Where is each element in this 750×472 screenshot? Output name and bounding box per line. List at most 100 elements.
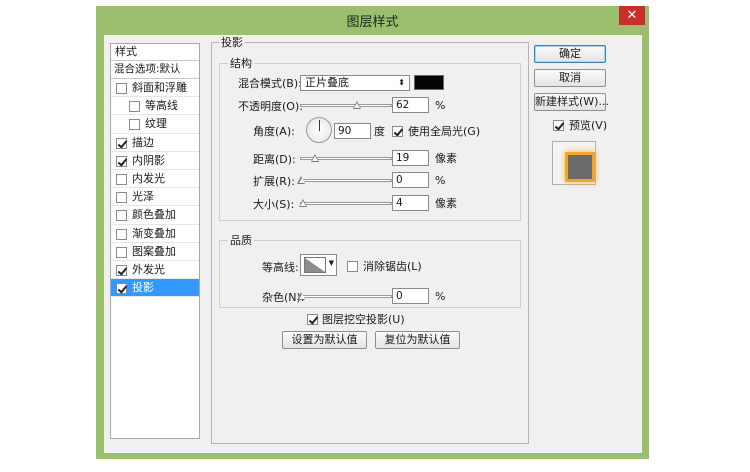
spread-input[interactable]: 0	[392, 172, 429, 188]
style-item-label: 内发光	[132, 171, 165, 185]
knockout-label: 图层挖空投影(U)	[322, 313, 405, 326]
cancel-button[interactable]: 取消	[534, 69, 606, 87]
style-item-checkbox[interactable]	[116, 155, 127, 167]
opacity-label: 不透明度(O):	[238, 100, 303, 113]
style-item-checkbox[interactable]	[116, 228, 127, 240]
style-item-label: 投影	[132, 281, 154, 295]
style-item[interactable]: 外发光	[111, 261, 199, 280]
style-item[interactable]: 光泽	[111, 188, 199, 207]
style-item-checkbox[interactable]	[116, 83, 127, 94]
angle-needle	[319, 120, 320, 131]
spread-slider-thumb[interactable]	[297, 176, 306, 185]
layer-style-dialog: 图层样式 ✕ 样式 混合选项:默认 斜面和浮雕等高线纹理 描边内阴影内发光光泽颜色…	[96, 6, 649, 459]
knockout-checkbox[interactable]	[307, 314, 318, 325]
dialog-title: 图层样式	[346, 15, 399, 30]
size-slider[interactable]	[298, 199, 392, 208]
size-label: 大小(S):	[253, 198, 295, 211]
style-item-checkbox[interactable]	[116, 173, 127, 185]
title-bar[interactable]: 图层样式 ✕	[96, 6, 649, 33]
style-item[interactable]: 斜面和浮雕	[111, 79, 199, 98]
styles-header[interactable]: 样式	[111, 44, 199, 61]
blend-mode-value: 正片叠底	[305, 76, 349, 89]
angle-dial[interactable]	[306, 117, 332, 143]
shadow-color-swatch[interactable]	[414, 75, 444, 90]
style-item-checkbox[interactable]	[116, 210, 127, 222]
global-light-checkbox[interactable]	[392, 126, 403, 137]
style-item[interactable]: 纹理	[111, 115, 199, 134]
structure-group: 结构 混合模式(B): 正片叠底 ⬍ 不透明度(O): 62 % 角度(A): …	[219, 57, 521, 221]
style-item[interactable]: 投影	[111, 279, 199, 298]
style-item-checkbox[interactable]	[129, 119, 140, 131]
noise-slider[interactable]	[297, 292, 392, 301]
preview-checkbox[interactable]	[553, 120, 564, 131]
style-item-label: 内阴影	[132, 153, 165, 167]
styles-list: 样式 混合选项:默认 斜面和浮雕等高线纹理 描边内阴影内发光光泽颜色叠加渐变叠加图…	[110, 43, 200, 439]
noise-slider-thumb[interactable]	[297, 292, 306, 301]
blend-options-item[interactable]: 混合选项:默认	[111, 61, 199, 79]
style-item[interactable]: 描边	[111, 134, 199, 152]
angle-label: 角度(A):	[253, 125, 295, 138]
opacity-slider-thumb[interactable]	[352, 101, 362, 110]
size-unit: 像素	[435, 197, 457, 210]
contour-label: 等高线:	[262, 261, 299, 274]
opacity-unit: %	[435, 99, 446, 112]
style-item[interactable]: 等高线	[111, 97, 199, 116]
style-item[interactable]: 图案叠加	[111, 243, 199, 261]
style-item-label: 斜面和浮雕	[132, 81, 187, 94]
distance-label: 距离(D):	[253, 153, 296, 166]
blend-mode-select[interactable]: 正片叠底 ⬍	[300, 75, 410, 91]
style-item[interactable]: 内阴影	[111, 152, 199, 170]
noise-unit: %	[435, 290, 446, 303]
style-item[interactable]: 颜色叠加	[111, 206, 199, 225]
style-item-label: 等高线	[145, 99, 178, 113]
distance-unit: 像素	[435, 152, 457, 165]
contour-picker[interactable]: ▼	[300, 254, 337, 276]
ok-button[interactable]: 确定	[534, 45, 606, 63]
chevron-down-icon: ▼	[328, 259, 334, 267]
style-item-label: 描边	[132, 135, 154, 149]
drop-shadow-panel: 投影 结构 混合模式(B): 正片叠底 ⬍ 不透明度(O): 62 % 角度(A…	[211, 36, 529, 444]
distance-input[interactable]: 19	[392, 150, 429, 166]
style-item-label: 渐变叠加	[132, 226, 176, 240]
style-item[interactable]: 内发光	[111, 170, 199, 189]
style-item-checkbox[interactable]	[129, 101, 140, 113]
style-item-label: 颜色叠加	[132, 208, 176, 222]
style-item-checkbox[interactable]	[116, 246, 127, 258]
set-default-button[interactable]: 设置为默认值	[282, 331, 367, 349]
dialog-body: 样式 混合选项:默认 斜面和浮雕等高线纹理 描边内阴影内发光光泽颜色叠加渐变叠加图…	[104, 35, 642, 453]
style-item-checkbox[interactable]	[116, 283, 127, 295]
structure-title: 结构	[228, 57, 254, 70]
blend-mode-label: 混合模式(B):	[238, 77, 302, 90]
new-style-button[interactable]: 新建样式(W)...	[534, 93, 609, 111]
contour-curve-icon	[304, 257, 326, 273]
opacity-input[interactable]: 62	[392, 97, 429, 113]
style-preview-thumbnail	[552, 141, 596, 185]
antialias-checkbox[interactable]	[347, 261, 358, 272]
style-item[interactable]: 渐变叠加	[111, 225, 199, 243]
spread-unit: %	[435, 174, 446, 187]
opacity-slider[interactable]	[300, 101, 392, 110]
style-item-label: 光泽	[132, 190, 154, 204]
quality-group: 品质 等高线: ▼ 消除锯齿(L) 杂色(N): 0 %	[219, 234, 521, 308]
style-item-checkbox[interactable]	[116, 192, 127, 204]
style-item-checkbox[interactable]	[116, 137, 127, 149]
size-slider-thumb[interactable]	[298, 199, 308, 208]
angle-input[interactable]: 90	[334, 123, 371, 139]
panel-title: 投影	[219, 36, 245, 49]
spread-label: 扩展(R):	[253, 175, 295, 188]
quality-title: 品质	[228, 234, 254, 247]
style-item-checkbox[interactable]	[116, 264, 127, 276]
noise-input[interactable]: 0	[392, 288, 429, 304]
spread-slider[interactable]	[297, 176, 392, 185]
global-light-label: 使用全局光(G)	[408, 125, 481, 138]
size-input[interactable]: 4	[392, 195, 429, 211]
style-item-label: 外发光	[132, 262, 165, 276]
style-item-label: 图案叠加	[132, 244, 176, 258]
preview-label: 预览(V)	[569, 119, 608, 132]
select-arrow-icon: ⬍	[398, 78, 405, 87]
distance-slider-thumb[interactable]	[310, 154, 320, 163]
distance-slider[interactable]	[300, 154, 392, 163]
preview-swatch	[565, 152, 595, 182]
reset-default-button[interactable]: 复位为默认值	[375, 331, 460, 349]
close-button[interactable]: ✕	[619, 6, 645, 25]
